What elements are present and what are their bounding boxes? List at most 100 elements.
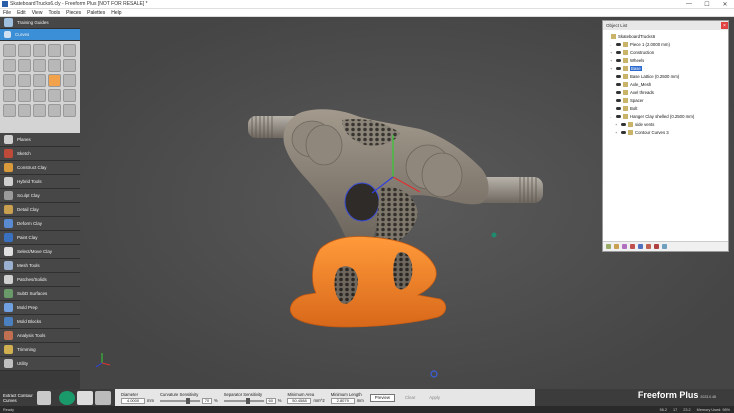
palette-trimming[interactable]: Trimming: [0, 343, 80, 357]
slice-curve-icon[interactable]: [3, 104, 16, 117]
tree-item[interactable]: + side vents: [605, 120, 726, 128]
palette-subd-surfaces[interactable]: SubD Surfaces: [0, 287, 80, 301]
arc-curve-icon[interactable]: [33, 74, 46, 87]
project-curve-icon[interactable]: [48, 44, 61, 57]
draw-curve-icon[interactable]: [18, 44, 31, 57]
merge-curve-icon[interactable]: [48, 89, 61, 102]
lock-icon[interactable]: [646, 244, 651, 249]
visibility-eye-icon[interactable]: [616, 74, 621, 78]
split-curve-icon[interactable]: [63, 74, 76, 87]
visibility-eye-icon[interactable]: [621, 122, 626, 126]
menu-pieces[interactable]: Pieces: [66, 10, 81, 16]
visibility-eye-icon[interactable]: [616, 98, 621, 102]
pattern-curve-icon[interactable]: [18, 104, 31, 117]
close-icon[interactable]: ×: [721, 22, 728, 29]
separator-input[interactable]: 60: [265, 397, 276, 404]
tree-item[interactable]: Bolt: [605, 104, 726, 112]
palette-sculpt-clay[interactable]: Sculpt Clay: [0, 189, 80, 203]
mirror-curve-icon[interactable]: [3, 74, 16, 87]
palette-paint-clay[interactable]: Paint Clay: [0, 231, 80, 245]
separator-slider[interactable]: [223, 397, 264, 404]
visibility-eye-icon[interactable]: [616, 50, 621, 54]
edit-curve-icon[interactable]: [3, 59, 16, 72]
palette-detail-clay[interactable]: Detail Clay: [0, 203, 80, 217]
view-orientation-gizmo[interactable]: [95, 353, 111, 368]
menu-tools[interactable]: Tools: [48, 10, 60, 16]
palette-curves[interactable]: Curves: [0, 29, 80, 41]
expand-toggle-icon[interactable]: -: [610, 42, 614, 47]
palette-training-guides[interactable]: Training Guides: [0, 17, 80, 29]
menu-edit[interactable]: Edit: [17, 10, 26, 16]
curvature-slider[interactable]: [159, 397, 200, 404]
visibility-eye-icon[interactable]: [616, 90, 621, 94]
tree-item[interactable]: Axel threads: [605, 88, 726, 96]
mode-surface-icon[interactable]: [77, 390, 93, 405]
rect-curve-icon[interactable]: [33, 89, 46, 102]
mode-solid-icon[interactable]: [59, 390, 75, 405]
new-group-icon[interactable]: [614, 244, 619, 249]
visibility-eye-icon[interactable]: [616, 114, 621, 118]
expand-toggle-icon[interactable]: +: [610, 58, 614, 63]
properties-icon[interactable]: [630, 244, 635, 249]
blend-curve-icon[interactable]: [48, 59, 61, 72]
trim-curve-icon[interactable]: [18, 74, 31, 87]
palette-utility[interactable]: Utility: [0, 357, 80, 371]
maximize-icon[interactable]: ☐: [698, 0, 716, 9]
tree-item[interactable]: + Construction: [605, 48, 726, 56]
delete-icon[interactable]: [654, 244, 659, 249]
curvature-slider-knob[interactable]: [185, 397, 190, 404]
palette-patches-solids[interactable]: Patches/Solids: [0, 273, 80, 287]
pivot-marker[interactable]: [430, 370, 438, 378]
visibility-eye-icon[interactable]: [616, 66, 621, 70]
expand-toggle-icon[interactable]: +: [610, 50, 614, 55]
apply-button[interactable]: Apply: [425, 394, 444, 402]
menu-view[interactable]: View: [32, 10, 43, 16]
palette-mesh-tools[interactable]: Mesh Tools: [0, 259, 80, 273]
helix-curve-icon[interactable]: [63, 104, 76, 117]
tree-item[interactable]: + Wheels: [605, 56, 726, 64]
palette-hybrid-tools[interactable]: Hybrid Tools: [0, 175, 80, 189]
diameter-input[interactable]: 4.0000: [121, 397, 145, 404]
clear-button[interactable]: Clear: [401, 394, 419, 402]
spiral-curve-icon[interactable]: [18, 89, 31, 102]
mode-wire-icon[interactable]: [95, 390, 111, 405]
expand-toggle-icon[interactable]: +: [615, 122, 619, 127]
select-arrow-icon[interactable]: [3, 44, 16, 57]
min-length-input[interactable]: 2.8079: [330, 397, 355, 404]
fillet-curve-icon[interactable]: [63, 59, 76, 72]
palette-sketch[interactable]: Sketch: [0, 147, 80, 161]
tree-item[interactable]: SkateboardTrucks6: [605, 32, 726, 40]
new-piece-icon[interactable]: [606, 244, 611, 249]
tree-item[interactable]: Spacer: [605, 96, 726, 104]
min-area-input[interactable]: 50.4588: [287, 397, 312, 404]
tree-item[interactable]: + Contour Curves 3: [605, 128, 726, 136]
visibility-eye-icon[interactable]: [616, 42, 621, 46]
visibility-eye-icon[interactable]: [616, 82, 621, 86]
visibility-eye-icon[interactable]: [616, 58, 621, 62]
separator-slider-knob[interactable]: [245, 397, 250, 404]
sphere-curve-icon[interactable]: [33, 44, 46, 57]
palette-analysis-tools[interactable]: Analysis Tools: [0, 329, 80, 343]
close-icon[interactable]: ✕: [716, 0, 734, 9]
menu-help[interactable]: Help: [111, 10, 121, 16]
merge-icon[interactable]: [662, 244, 667, 249]
tree-item[interactable]: + Base: [605, 64, 726, 72]
minimize-icon[interactable]: —: [680, 0, 698, 9]
visibility-eye-icon[interactable]: [616, 106, 621, 110]
offset-curve-icon[interactable]: [33, 59, 46, 72]
palette-construct-clay[interactable]: Construct Clay: [0, 161, 80, 175]
visibility-icon[interactable]: [638, 244, 643, 249]
tree-item[interactable]: - Piece 1 (2.0000 mm): [605, 40, 726, 48]
expand-toggle-icon[interactable]: -: [610, 114, 614, 119]
tree-item[interactable]: Base Lattice (0.2500 mm): [605, 72, 726, 80]
palette-mold-prep[interactable]: Mold Prep: [0, 301, 80, 315]
tree-item[interactable]: - Hanger Clay shelled (0.2500 mm): [605, 112, 726, 120]
pen-curve-icon[interactable]: [18, 59, 31, 72]
palette-deform-clay[interactable]: Deform Clay: [0, 217, 80, 231]
palette-planes[interactable]: Planes: [0, 133, 80, 147]
duplicate-icon[interactable]: [622, 244, 627, 249]
menu-palettes[interactable]: Palettes: [87, 10, 105, 16]
palette-select-move-clay[interactable]: Select/Move Clay: [0, 245, 80, 259]
expand-toggle-icon[interactable]: +: [610, 66, 614, 71]
expand-toggle-icon[interactable]: +: [615, 130, 619, 135]
